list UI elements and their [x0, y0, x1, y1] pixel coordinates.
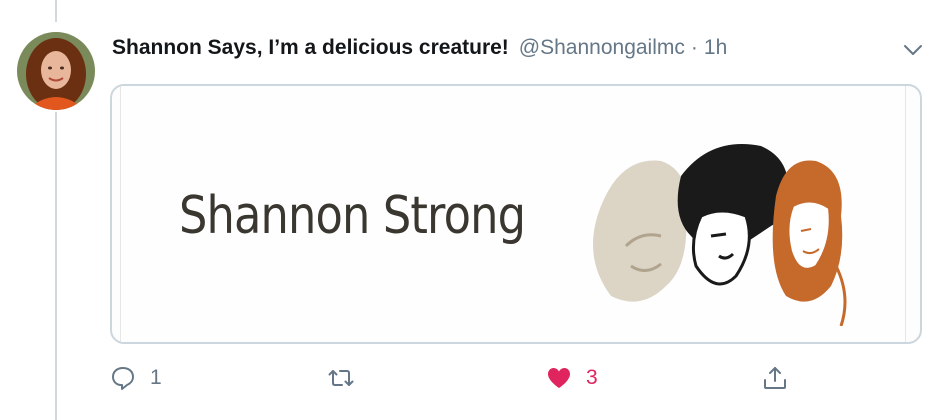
share-icon — [764, 367, 786, 389]
faces-illustration — [593, 144, 847, 326]
share-button[interactable] — [762, 360, 788, 396]
reply-count: 1 — [150, 366, 162, 389]
author-handle[interactable]: @Shannongailmc — [519, 36, 685, 60]
separator-dot: · — [690, 36, 698, 59]
thread-line-top — [55, 0, 57, 22]
retweet-button[interactable] — [328, 360, 368, 396]
reply-button[interactable]: 1 — [110, 360, 162, 396]
timestamp[interactable]: 1h — [704, 36, 727, 60]
heart-icon — [548, 368, 570, 388]
reply-icon — [112, 367, 134, 390]
tweet-header: Shannon Says, I’m a delicious creature! … — [112, 36, 904, 66]
thread-line-bottom — [55, 112, 57, 420]
like-button[interactable]: 3 — [546, 360, 598, 396]
media-card[interactable]: Shannon Strong — [110, 84, 922, 344]
avatar[interactable] — [17, 32, 95, 110]
tweet-actions: 1 3 — [110, 360, 810, 400]
author-name[interactable]: Shannon Says, I’m a delicious creature! — [112, 36, 509, 60]
like-count: 3 — [586, 366, 598, 389]
chevron-down-icon[interactable] — [902, 42, 924, 58]
retweet-icon — [328, 370, 354, 386]
card-brand-text: Shannon Strong — [179, 186, 526, 246]
card-image: Shannon Strong — [120, 86, 906, 342]
